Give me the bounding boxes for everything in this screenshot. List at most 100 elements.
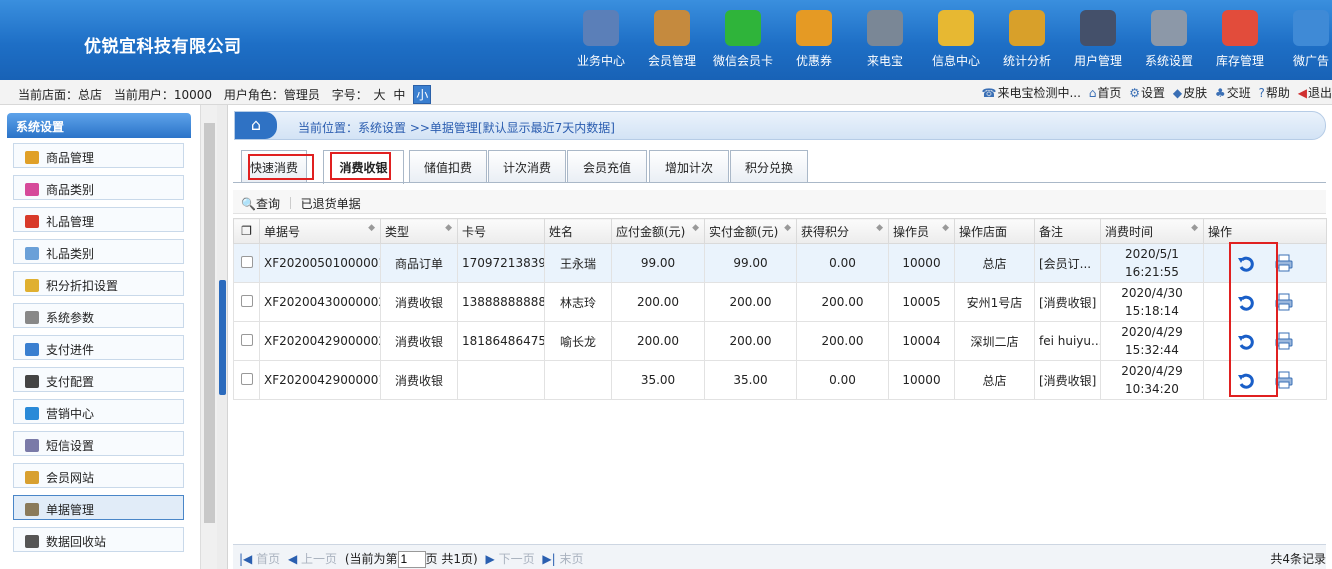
row-checkbox-cell[interactable]	[233, 360, 260, 400]
sidebar-item-label: 礼品管理	[46, 215, 95, 229]
tab[interactable]: 消费收银	[323, 150, 404, 184]
sidebar-item[interactable]: 营销中心	[13, 399, 184, 424]
nav-item-user-management[interactable]: 用户管理	[1063, 8, 1133, 72]
skin-link[interactable]: ◆皮肤	[1173, 86, 1207, 100]
table-row[interactable]: XF20200501000001 商品订单 17097213839 王永瑞 99.00 9…	[233, 243, 1327, 283]
cell-type: 消费收银	[380, 282, 458, 322]
home-icon[interactable]: ⌂	[235, 112, 277, 139]
tab[interactable]: 计次消费	[488, 150, 566, 183]
cell-due: 35.00	[611, 360, 705, 400]
font-small-button[interactable]: 小	[413, 85, 432, 104]
col-header-id[interactable]: 单据号 ◆	[259, 218, 381, 244]
row-checkbox-cell[interactable]	[233, 282, 260, 322]
cell-card: 18186486475	[457, 321, 545, 361]
prev-page-button[interactable]: ◀ 上一页	[288, 552, 337, 566]
shift-link[interactable]: ♣交班	[1215, 86, 1251, 100]
tab[interactable]: 储值扣费	[409, 150, 487, 183]
next-page-button[interactable]: ▶ 下一页	[486, 552, 535, 566]
undo-icon[interactable]	[1237, 254, 1255, 272]
cell-store: 安州1号店	[954, 282, 1035, 322]
help-link[interactable]: ?帮助	[1259, 86, 1290, 100]
cell-points: 0.00	[796, 360, 889, 400]
sidebar-item[interactable]: 礼品管理	[13, 207, 184, 232]
last-page-button[interactable]: ▶| 末页	[542, 552, 583, 566]
row-checkbox[interactable]	[240, 333, 253, 346]
collapse-sidebar-handle[interactable]	[219, 280, 226, 395]
sidebar-scrollbar[interactable]	[200, 105, 217, 569]
undo-icon[interactable]	[1237, 371, 1255, 389]
nav-item-business-center[interactable]: 业务中心	[566, 8, 636, 72]
cell-note: [消费收银]	[1034, 360, 1101, 400]
sidebar-item[interactable]: 会员网站	[13, 463, 184, 488]
row-checkbox[interactable]	[240, 255, 253, 268]
col-header-type[interactable]: 类型 ◆	[380, 218, 458, 244]
table-row[interactable]: XF20200429000001 消费收银 35.00 35.00 0.00 10000 总…	[233, 360, 1327, 400]
col-header-due[interactable]: 应付金额(元) ◆	[611, 218, 705, 244]
nav-item-label: 微广告	[1292, 54, 1329, 68]
select-all-header[interactable]: ❐	[233, 218, 260, 244]
settings-link[interactable]: ⚙设置	[1129, 86, 1165, 100]
page-number-input[interactable]	[397, 550, 426, 568]
table-row[interactable]: XF20200429000002 消费收银 18186486475 喻长龙 200.00…	[233, 321, 1327, 361]
row-checkbox-cell[interactable]	[233, 321, 260, 361]
sidebar-item[interactable]: 系统参数	[13, 303, 184, 328]
nav-item-message[interactable]: 信息中心	[921, 8, 991, 72]
first-page-button[interactable]: |◀ 首页	[239, 552, 280, 566]
table-row[interactable]: XF20200430000002 消费收银 13888888888 林志玲 200.00…	[233, 282, 1327, 322]
nav-item-statistics[interactable]: 统计分析	[992, 8, 1062, 72]
tab[interactable]: 会员充值	[567, 150, 647, 183]
row-checkbox[interactable]	[240, 294, 253, 307]
font-medium-button[interactable]: 中	[393, 88, 405, 102]
sidebar-item[interactable]: 数据回收站	[13, 527, 184, 552]
nav-item-system-settings[interactable]: 系统设置	[1134, 8, 1204, 72]
sidebar-item[interactable]: 商品管理	[13, 143, 184, 168]
undo-icon[interactable]	[1237, 332, 1255, 350]
nav-item-ads[interactable]: 微广告	[1276, 8, 1332, 72]
system-settings-icon	[1151, 10, 1187, 46]
row-checkbox[interactable]	[240, 372, 253, 385]
sidebar-item[interactable]: 礼品类别	[13, 239, 184, 264]
row-checkbox-cell[interactable]	[233, 243, 260, 283]
col-header-time[interactable]: 消费时间 ◆	[1100, 218, 1204, 244]
breadcrumb-text: 当前位置：系统设置 >>单据管理[默认显示最近7天内数据]	[298, 121, 615, 135]
sidebar-item[interactable]: 单据管理	[13, 495, 184, 520]
tab[interactable]: 快速消费	[241, 150, 307, 183]
col-header-card: 卡号	[457, 218, 545, 244]
sidebar-item[interactable]: 商品类别	[13, 175, 184, 200]
nav-item-member-management[interactable]: 会员管理	[637, 8, 707, 72]
exit-link[interactable]: ◀退出	[1298, 86, 1332, 100]
nav-item-wechat[interactable]: 微信会员卡	[708, 8, 778, 72]
cell-card: 17097213839	[457, 243, 545, 283]
home-link[interactable]: ⌂首页	[1089, 86, 1122, 100]
font-large-button[interactable]: 大	[374, 88, 386, 102]
print-icon[interactable]	[1275, 371, 1293, 389]
col-header-operator[interactable]: 操作员 ◆	[888, 218, 955, 244]
search-icon: 🔍	[241, 197, 256, 211]
tab[interactable]: 积分兑换	[730, 150, 808, 183]
tab[interactable]: 增加计次	[649, 150, 729, 183]
sidebar-item[interactable]: 支付进件	[13, 335, 184, 360]
nav-item-telephone[interactable]: 来电宝	[850, 8, 920, 72]
print-icon[interactable]	[1275, 293, 1293, 311]
telephone-icon	[867, 10, 903, 46]
nav-item-coupon[interactable]: 优惠券	[779, 8, 849, 72]
skin-label: 皮肤	[1183, 86, 1208, 100]
query-button[interactable]: 🔍查询	[241, 197, 280, 211]
col-header-points[interactable]: 获得积分 ◆	[796, 218, 889, 244]
cell-note: fei huiyu...	[1034, 321, 1101, 361]
cell-card: 13888888888	[457, 282, 545, 322]
sidebar-item[interactable]: 积分折扣设置	[13, 271, 184, 296]
print-icon[interactable]	[1275, 254, 1293, 272]
undo-icon[interactable]	[1237, 293, 1255, 311]
returned-bills-button[interactable]: 已退货单据	[301, 197, 361, 211]
sidebar-scroll-thumb[interactable]	[204, 123, 215, 523]
col-header-paid[interactable]: 实付金额(元) ◆	[704, 218, 797, 244]
sidebar-item[interactable]: 支付配置	[13, 367, 184, 392]
current-user: 当前用户：10000	[113, 88, 213, 102]
caller-detect-link[interactable]: ☎来电宝检测中...	[982, 86, 1081, 100]
inventory-icon	[1222, 10, 1258, 46]
nav-item-inventory[interactable]: 库存管理	[1205, 8, 1275, 72]
sidebar-item[interactable]: 短信设置	[13, 431, 184, 456]
sidebar-item-label: 商品管理	[46, 151, 95, 165]
print-icon[interactable]	[1275, 332, 1293, 350]
